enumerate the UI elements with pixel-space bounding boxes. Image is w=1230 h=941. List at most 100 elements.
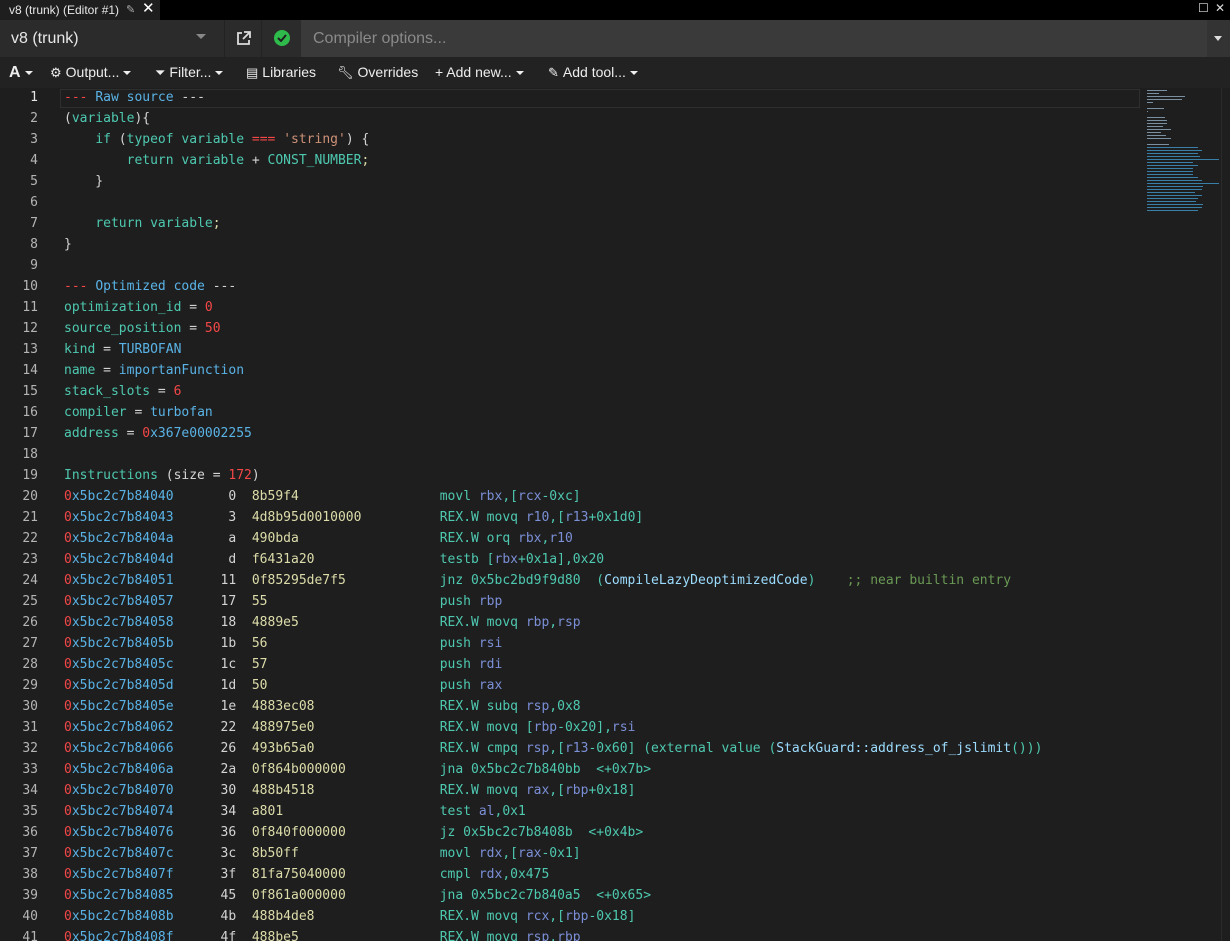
instr-offset: 18 bbox=[204, 615, 237, 630]
options-dropdown-button[interactable] bbox=[1207, 20, 1230, 57]
gear-icon: ⚙ bbox=[50, 65, 62, 80]
code-line: 0x5bc2c7b84062 22 488975e0 REX.W movq [r… bbox=[64, 720, 635, 735]
book-icon: ▤ bbox=[246, 65, 259, 80]
pencil-icon[interactable]: ✎ bbox=[126, 0, 135, 20]
editor-tab[interactable]: v8 (trunk) (Editor #1) ✎ ✕ bbox=[0, 0, 160, 20]
instr-bytes: 55 bbox=[251, 594, 268, 609]
instr-bytes: a801 bbox=[251, 804, 284, 819]
instr-asm: movl rbx,[rcx-0xc] bbox=[439, 489, 581, 504]
instr-asm: jna 0x5bc2c7b840bb <+0x7b> bbox=[439, 762, 652, 777]
popout-button[interactable] bbox=[224, 20, 261, 57]
compiler-select[interactable]: v8 (trunk) bbox=[0, 20, 224, 57]
instr-offset: 22 bbox=[204, 720, 237, 735]
line-number: 35 bbox=[22, 804, 38, 819]
instr-address: 0x5bc2c7b8408f bbox=[64, 930, 174, 941]
instr-asm: test al,0x1 bbox=[439, 804, 526, 819]
code-line: address = 0x367e00002255 bbox=[64, 426, 252, 441]
code-line: 0x5bc2c7b84074 34 a801 test al,0x1 bbox=[64, 804, 526, 819]
font-size-button[interactable]: A bbox=[9, 57, 33, 88]
instr-address: 0x5bc2c7b84043 bbox=[64, 510, 174, 525]
line-number: 24 bbox=[22, 573, 38, 588]
code-line: 0x5bc2c7b84070 30 488b4518 REX.W movq ra… bbox=[64, 783, 635, 798]
minimap-line bbox=[1147, 99, 1182, 100]
minimap-line bbox=[1147, 207, 1202, 208]
code-editor[interactable]: 1 2 3 4 5 6 7 8 9 10 11 12 13 14 15 16 17 18 19 20 21 22 23 24 2… bbox=[0, 88, 1230, 941]
output-button[interactable]: ⚙ Output... bbox=[50, 57, 132, 88]
check-circle-icon bbox=[274, 30, 290, 46]
code-line: 0x5bc2c7b8406a 2a 0f864b000000 jna 0x5bc… bbox=[64, 762, 651, 777]
code-line: 0x5bc2c7b84051 11 0f85295de7f5 jnz 0x5bc… bbox=[64, 573, 1011, 588]
line-number: 25 bbox=[22, 594, 38, 609]
minimap-line bbox=[1147, 135, 1166, 136]
instr-offset: 0 bbox=[204, 489, 237, 504]
line-number: 2 bbox=[30, 111, 38, 126]
add-tool-button[interactable]: ✎ Add tool... bbox=[548, 57, 638, 88]
minimap-line bbox=[1147, 147, 1198, 148]
minimap-line bbox=[1147, 171, 1193, 172]
wrench-icon: 🔧︎ bbox=[337, 65, 354, 80]
instr-bytes: 0f861a000000 bbox=[251, 888, 346, 903]
instr-asm: testb [rbx+0x1a],0x20 bbox=[439, 552, 605, 567]
minimap-line bbox=[1147, 90, 1167, 91]
code-line: kind = TURBOFAN bbox=[64, 342, 182, 357]
compile-status-button[interactable] bbox=[261, 20, 301, 57]
code-line: } bbox=[64, 174, 104, 189]
overrides-button[interactable]: 🔧︎ Overrides bbox=[337, 57, 418, 88]
minimap-line bbox=[1147, 201, 1196, 202]
close-window-icon[interactable]: ✕ bbox=[1215, 1, 1225, 15]
code-line: 0x5bc2c7b8408b 4b 488b4de8 REX.W movq rc… bbox=[64, 909, 635, 924]
maximize-icon[interactable]: ☐ bbox=[1198, 1, 1209, 15]
line-number: 15 bbox=[22, 384, 38, 399]
minimap-line bbox=[1147, 108, 1164, 109]
instr-asm: REX.W movq rbp,rsp bbox=[439, 615, 581, 630]
funnel-icon: ⏷ bbox=[155, 65, 166, 80]
code-line: return variable; bbox=[95, 216, 221, 231]
compiler-options-input[interactable]: Compiler options... bbox=[301, 20, 1207, 57]
instr-asm: REX.W movq r10,[r13+0x1d0] bbox=[439, 510, 644, 525]
minimap-line bbox=[1147, 198, 1198, 199]
instr-offset: 36 bbox=[204, 825, 237, 840]
instr-offset: 1d bbox=[204, 678, 237, 693]
instr-asm: REX.W movq rax,[rbp+0x18] bbox=[439, 783, 636, 798]
instr-offset: 17 bbox=[204, 594, 237, 609]
instr-bytes: 488be5 bbox=[251, 930, 299, 941]
code-line: (variable){ bbox=[64, 111, 151, 126]
code-line: 0x5bc2c7b8404a a 490bda REX.W orq rbx,r1… bbox=[64, 531, 573, 546]
instr-bytes: f6431a20 bbox=[251, 552, 315, 567]
instr-bytes: 8b59f4 bbox=[251, 489, 299, 504]
instr-offset: 3f bbox=[204, 867, 237, 882]
minimap[interactable] bbox=[1145, 88, 1221, 258]
instr-asm: push rbp bbox=[439, 594, 503, 609]
instr-bytes: 0f864b000000 bbox=[251, 762, 346, 777]
code-line: return variable + CONST_NUMBER; bbox=[126, 153, 370, 168]
code-line: 0x5bc2c7b84040 0 8b59f4 movl rbx,[rcx-0x… bbox=[64, 489, 581, 504]
close-icon[interactable]: ✕ bbox=[142, 0, 155, 19]
line-number: 32 bbox=[22, 741, 38, 756]
instr-offset: 4b bbox=[204, 909, 237, 924]
line-number: 5 bbox=[30, 174, 38, 189]
instr-asm: push rsi bbox=[439, 636, 503, 651]
instr-bytes: 56 bbox=[251, 636, 268, 651]
instr-address: 0x5bc2c7b84085 bbox=[64, 888, 174, 903]
instr-offset: 45 bbox=[204, 888, 237, 903]
vertical-scrollbar[interactable] bbox=[1221, 88, 1230, 941]
code-line: 0x5bc2c7b84043 3 4d8b95d0010000 REX.W mo… bbox=[64, 510, 643, 525]
add-new-button[interactable]: + Add new... bbox=[435, 57, 524, 88]
instr-bytes: 57 bbox=[251, 657, 268, 672]
filter-button[interactable]: ⏷ Filter... bbox=[155, 57, 224, 88]
instr-bytes: 8b50ff bbox=[251, 846, 299, 861]
line-number: 19 bbox=[22, 468, 38, 483]
code-line: stack_slots = 6 bbox=[64, 384, 182, 399]
instr-offset: 3c bbox=[204, 846, 237, 861]
instr-bytes: 50 bbox=[251, 678, 268, 693]
tab-bar: v8 (trunk) (Editor #1) ✎ ✕ ☐ ✕ bbox=[0, 0, 1230, 20]
code-line: 0x5bc2c7b8408f 4f 488be5 REX.W movq rsp,… bbox=[64, 930, 581, 941]
instr-offset: 4f bbox=[204, 930, 237, 941]
instr-address: 0x5bc2c7b8405c bbox=[64, 657, 174, 672]
line-number: 39 bbox=[22, 888, 38, 903]
code-line: --- Optimized code --- bbox=[64, 279, 237, 294]
libraries-button[interactable]: ▤ Libraries bbox=[246, 57, 316, 88]
line-number: 23 bbox=[22, 552, 38, 567]
minimap-line bbox=[1147, 189, 1202, 190]
instr-bytes: 81fa75040000 bbox=[251, 867, 346, 882]
